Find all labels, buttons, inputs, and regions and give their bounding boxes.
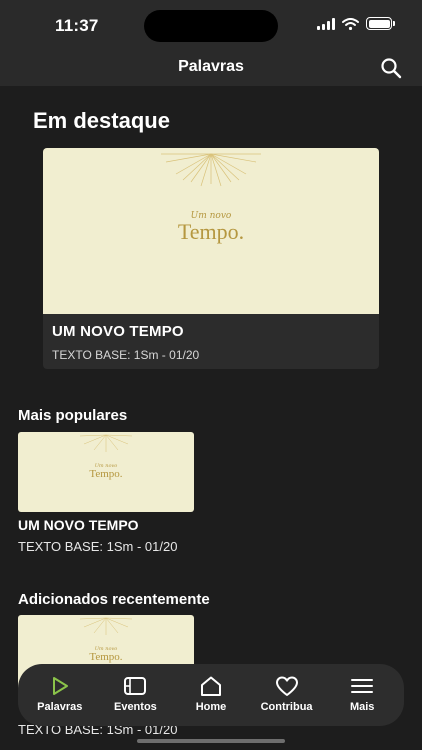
artwork-text: Um novo Tempo.: [89, 646, 123, 663]
tab-contribua[interactable]: Contribua: [250, 664, 324, 726]
dynamic-island: [144, 10, 278, 42]
search-icon[interactable]: [380, 57, 402, 79]
recent-section-title: Adicionados recentemente: [18, 591, 210, 608]
tab-label: Palavras: [37, 701, 83, 713]
artwork-text: Um novo Tempo.: [177, 211, 245, 244]
sunburst-graphic: [161, 153, 261, 187]
tab-label: Mais: [349, 701, 375, 713]
featured-card[interactable]: Um novo Tempo. UM NOVO TEMPO TEXTO BASE:…: [43, 148, 379, 369]
sunburst-graphic: [79, 617, 133, 635]
popular-section-title: Mais populares: [18, 407, 128, 424]
heart-icon: [275, 676, 298, 696]
tab-label: Home: [195, 701, 227, 713]
status-bar: 11:37: [0, 0, 422, 48]
featured-card-title: UM NOVO TEMPO: [52, 323, 184, 340]
page-title: Palavras: [178, 58, 244, 75]
featured-section-title: Em destaque: [33, 108, 170, 133]
menu-icon: [351, 679, 374, 693]
tab-palavras[interactable]: Palavras: [23, 664, 97, 726]
tab-home[interactable]: Home: [174, 664, 248, 726]
play-icon: [52, 677, 68, 695]
tab-label: Eventos: [113, 701, 157, 713]
tab-label: Contribua: [260, 701, 313, 713]
signal-icon: [317, 17, 335, 30]
status-icons: [317, 17, 395, 30]
battery-icon: [366, 17, 395, 30]
home-indicator[interactable]: [137, 739, 285, 743]
sunburst-graphic: [79, 434, 133, 452]
artwork-text: Um novo Tempo.: [89, 463, 123, 480]
film-icon: [124, 677, 147, 695]
tab-eventos[interactable]: Eventos: [98, 664, 172, 726]
popular-item-thumbnail[interactable]: Um novo Tempo.: [18, 432, 194, 512]
popular-item-title[interactable]: UM NOVO TEMPO: [18, 517, 139, 533]
featured-card-subtitle: TEXTO BASE: 1Sm - 01/20: [52, 348, 200, 362]
tab-mais[interactable]: Mais: [325, 664, 399, 726]
nav-bar: Palavras: [0, 48, 422, 86]
tab-bar: Palavras Eventos Home Contribua Mais: [18, 664, 404, 726]
featured-artwork: Um novo Tempo.: [43, 148, 379, 314]
home-icon: [200, 676, 221, 696]
status-time: 11:37: [55, 16, 99, 35]
wifi-icon: [342, 17, 359, 30]
popular-item-subtitle: TEXTO BASE: 1Sm - 01/20: [18, 539, 178, 554]
